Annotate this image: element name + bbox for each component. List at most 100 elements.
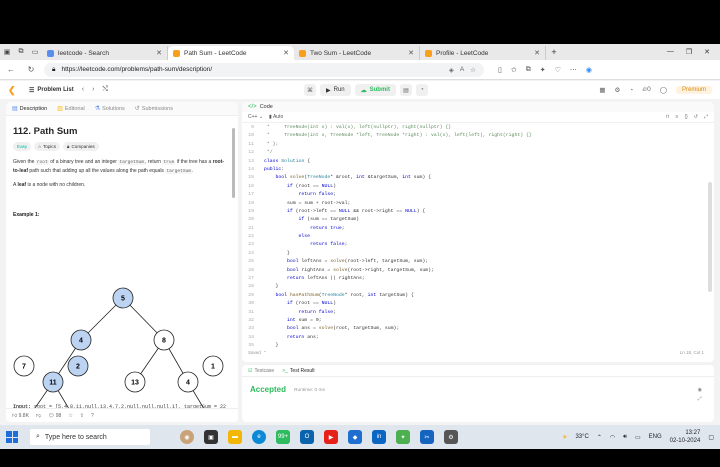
restore-icon[interactable]: ❐ — [686, 48, 692, 56]
close-icon[interactable]: ✕ — [408, 49, 414, 57]
problem-list-button[interactable]: ☰ Problem List — [29, 87, 74, 94]
eye-icon[interactable]: ◉ — [698, 387, 702, 393]
premium-button[interactable]: Premium — [675, 86, 712, 94]
close-icon[interactable]: ✕ — [534, 49, 540, 57]
topics-tag[interactable]: ⌂ Topics — [34, 142, 61, 151]
shuffle-icon[interactable]: ⤭ — [102, 86, 108, 94]
tab-solutions[interactable]: ⚗ Solutions — [95, 105, 125, 113]
bookmark-icon[interactable]: ⊓ — [666, 114, 670, 120]
tab-path-sum[interactable]: Path Sum - LeetCode ✕ — [168, 46, 294, 60]
leetcode-logo-icon[interactable]: ❮ — [8, 85, 17, 95]
search-placeholder: Type here to search — [44, 433, 107, 441]
layout-icon[interactable]: ▦ — [599, 86, 605, 94]
back-icon[interactable]: ← — [4, 65, 18, 74]
file-explorer-icon[interactable]: ▬ — [228, 430, 242, 444]
fullscreen-icon[interactable]: ⤢ — [704, 114, 708, 120]
dislike-button[interactable]: 👎︎ — [36, 413, 41, 419]
companies-tag[interactable]: 🔒︎ Companies — [63, 142, 99, 151]
avatar[interactable]: ◯ — [660, 86, 667, 94]
code-editor[interactable]: 9 * TreeNode(int x) : val(x), left(nullp… — [242, 124, 706, 352]
refresh-icon[interactable]: ↻ — [24, 65, 38, 74]
split-screen-icon[interactable]: ▯ — [498, 66, 502, 74]
tab-editorial[interactable]: ▥ Editorial — [57, 105, 85, 113]
extensions-icon[interactable]: ✦ — [540, 66, 546, 74]
clock[interactable]: 13:27 02-10-2024 — [670, 429, 701, 445]
avatar-widget-icon[interactable]: ◉ — [180, 430, 194, 444]
close-icon[interactable]: ✕ — [156, 49, 162, 57]
tab-description[interactable]: ▤ Description — [12, 105, 47, 113]
tray-expand-icon[interactable]: ⌃ — [597, 434, 602, 441]
line-number: 33 — [248, 326, 254, 332]
help-icon[interactable]: ? — [91, 413, 94, 419]
url-field[interactable]: 🔒︎ https://leetcode.com/problems/path-su… — [44, 62, 484, 77]
timer-icon[interactable]: ◔ — [415, 84, 428, 96]
code-text: bool ans = solve(root, targetSum, sum); — [287, 326, 400, 332]
copilot-icon[interactable]: ◉ — [586, 66, 592, 74]
tab-two-sum[interactable]: Two Sum - LeetCode ✕ — [294, 46, 420, 60]
tab-title: leetcode - Search — [58, 49, 109, 57]
windows-start-icon[interactable] — [6, 431, 18, 443]
browser-essentials-icon[interactable]: ♡ — [555, 66, 561, 74]
read-aloud-icon[interactable]: A — [460, 66, 464, 74]
next-problem-icon[interactable]: › — [92, 86, 94, 94]
settings-icon[interactable]: ⚙ — [444, 430, 458, 444]
expand-icon[interactable]: ⤢ — [698, 396, 702, 402]
editor-scrollbar[interactable] — [708, 182, 712, 292]
notes-icon[interactable]: ▤ — [399, 84, 412, 96]
tab-search[interactable]: leetcode - Search ✕ — [42, 46, 168, 60]
run-button[interactable]: ▶ Run — [320, 84, 351, 96]
network-icon[interactable]: ◠ — [610, 434, 615, 441]
favorites-icon[interactable]: ✩ — [511, 66, 517, 74]
notification-icon[interactable]: ◔ — [629, 87, 633, 94]
notifications-icon[interactable]: ▢ — [708, 434, 714, 441]
comments-button[interactable]: 💬︎ 98 — [48, 413, 61, 419]
youtube-icon[interactable]: ▶ — [324, 430, 338, 444]
outlook-icon[interactable]: O — [300, 430, 314, 444]
tracking-prevention-icon[interactable]: ◈ — [449, 66, 454, 74]
snipping-icon[interactable]: ✂ — [420, 430, 434, 444]
debug-icon[interactable]: ⌘ — [304, 84, 316, 96]
braces-icon[interactable]: {} — [684, 114, 687, 120]
reset-icon[interactable]: ↺ — [694, 114, 698, 120]
tab-submissions[interactable]: ↺ Submissions — [135, 105, 173, 113]
tab-testcase[interactable]: ☑ Testcase — [248, 368, 274, 374]
language-indicator[interactable]: ENG — [649, 434, 662, 440]
weather-icon[interactable]: ☀ — [562, 434, 567, 441]
comment-count: 98 — [55, 412, 62, 419]
linkedin-icon[interactable]: in — [372, 430, 386, 444]
autocomplete-toggle[interactable]: ▮ Auto — [269, 114, 283, 120]
battery-icon[interactable]: ▭ — [635, 434, 641, 441]
code-line: 11 * }; — [242, 141, 706, 149]
map-icon[interactable]: ✦ — [396, 430, 410, 444]
edge-browser-icon[interactable]: e — [252, 430, 266, 444]
prev-problem-icon[interactable]: ‹ — [82, 86, 84, 94]
format-icon[interactable]: ≡ — [676, 114, 679, 120]
tab-profile[interactable]: Profile - LeetCode ✕ — [420, 46, 546, 60]
language-select[interactable]: C++ ⌄ — [248, 114, 263, 120]
node-value: 4 — [79, 338, 83, 345]
star-icon[interactable]: ☆ — [68, 413, 72, 419]
line-number: 10 — [248, 133, 254, 139]
like-button[interactable]: 👍︎ 9.8K — [12, 413, 29, 419]
description-scrollbar[interactable] — [232, 128, 235, 198]
close-window-icon[interactable]: ✕ — [704, 48, 710, 56]
collections-icon[interactable]: ⧉ — [526, 66, 531, 74]
task-view-icon[interactable]: ▣ — [204, 430, 218, 444]
vertical-tabs-icon[interactable]: ▭ — [28, 44, 42, 60]
minimize-icon[interactable]: — — [667, 48, 674, 56]
new-tab-button[interactable]: + — [546, 47, 562, 57]
tab-actions-icon[interactable]: ⧉ — [14, 44, 28, 60]
streak-counter[interactable]: 🔥︎0 — [642, 86, 650, 94]
taskbar-search[interactable]: ⌕ Type here to search — [30, 429, 150, 445]
more-icon[interactable]: ⋯ — [570, 66, 577, 74]
share-icon[interactable]: ⇪ — [80, 413, 84, 419]
tab-test-result[interactable]: >_ Test Result — [282, 368, 314, 374]
close-icon[interactable]: ✕ — [283, 49, 289, 57]
settings-icon[interactable]: ⚙ — [615, 86, 621, 94]
workspaces-icon[interactable]: ▣ — [0, 44, 14, 60]
chat-icon[interactable]: 99+ — [276, 430, 290, 444]
store-icon[interactable]: ◆ — [348, 430, 362, 444]
submit-button[interactable]: ☁ Submit — [354, 84, 396, 96]
volume-icon[interactable]: 🔊︎ — [623, 434, 627, 441]
favorite-star-icon[interactable]: ☆ — [470, 66, 476, 74]
